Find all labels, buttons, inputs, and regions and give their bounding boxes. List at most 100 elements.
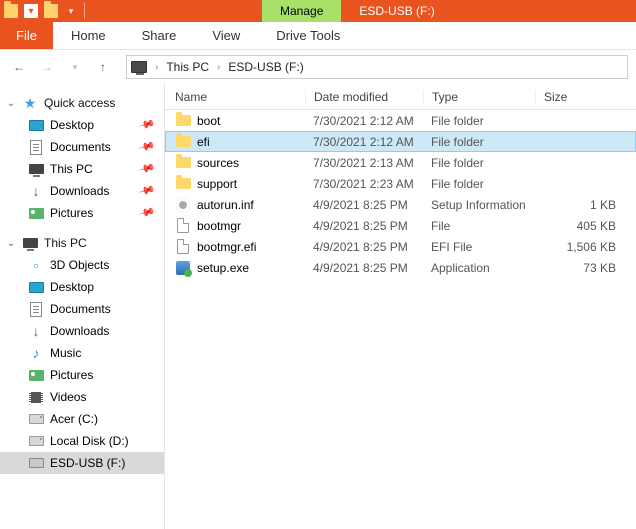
sidebar-item[interactable]: ↓ Downloads (0, 320, 164, 342)
down-icon: ↓ (28, 323, 44, 339)
file-name: setup.exe (197, 261, 249, 275)
sidebar-item-label: Acer (C:) (50, 412, 98, 426)
sidebar-item-label: Downloads (50, 324, 109, 338)
sidebar-item-label: Pictures (50, 368, 93, 382)
menu-drive-tools[interactable]: Drive Tools (258, 22, 358, 49)
file-size: 1 KB (535, 198, 636, 212)
sidebar-item-label: ESD-USB (F:) (50, 456, 125, 470)
pc-icon (22, 235, 38, 251)
sidebar-item[interactable]: Videos (0, 386, 164, 408)
3d-icon: ▫ (28, 257, 44, 273)
file-row[interactable]: boot7/30/2021 2:12 AMFile folder (165, 110, 636, 131)
file-type: File folder (423, 114, 535, 128)
sidebar-item[interactable]: Documents 📌 (0, 136, 164, 158)
column-type[interactable]: Type (423, 90, 535, 104)
drive-icon (28, 411, 44, 427)
pin-icon: 📌 (138, 137, 156, 155)
chevron-down-icon[interactable]: ▾ (64, 4, 78, 18)
menu-bar: File Home Share View Drive Tools (0, 22, 636, 50)
file-icon (175, 218, 191, 234)
file-list: boot7/30/2021 2:12 AMFile folderefi7/30/… (165, 110, 636, 529)
recent-dropdown[interactable]: ▾ (64, 56, 86, 78)
sidebar-item-label: 3D Objects (50, 258, 109, 272)
sidebar-item[interactable]: Desktop 📌 (0, 114, 164, 136)
file-date: 4/9/2021 8:25 PM (305, 219, 423, 233)
file-date: 7/30/2021 2:12 AM (305, 114, 423, 128)
folder-icon (175, 155, 191, 171)
file-name: support (197, 177, 237, 191)
file-row[interactable]: bootmgr4/9/2021 8:25 PMFile405 KB (165, 215, 636, 236)
sidebar-header-quick-access[interactable]: ⌄ ★ Quick access (0, 92, 164, 114)
content-pane: Name Date modified Type Size boot7/30/20… (165, 84, 636, 529)
file-row[interactable]: efi7/30/2021 2:12 AMFile folder (165, 131, 636, 152)
file-date: 7/30/2021 2:13 AM (305, 156, 423, 170)
back-button[interactable]: ← (8, 56, 30, 78)
pin-icon: 📌 (138, 115, 156, 133)
file-row[interactable]: sources7/30/2021 2:13 AMFile folder (165, 152, 636, 173)
sidebar-item[interactable]: ♪Music (0, 342, 164, 364)
sidebar-item[interactable]: Local Disk (D:) (0, 430, 164, 452)
file-date: 4/9/2021 8:25 PM (305, 261, 423, 275)
desktop-icon (28, 117, 44, 133)
save-icon[interactable]: ▾ (24, 4, 38, 18)
menu-file[interactable]: File (0, 22, 53, 49)
sidebar-item[interactable]: This PC 📌 (0, 158, 164, 180)
star-icon: ★ (22, 95, 38, 111)
sidebar-group-quick-access: ⌄ ★ Quick access Desktop📌Documents📌This … (0, 92, 164, 224)
file-row[interactable]: support7/30/2021 2:23 AMFile folder (165, 173, 636, 194)
breadcrumb-current[interactable]: ESD-USB (F:) (228, 60, 303, 74)
sidebar-item[interactable]: ↓Downloads📌 (0, 180, 164, 202)
folder-icon (44, 4, 58, 18)
sidebar-item-label: Music (50, 346, 81, 360)
sidebar-item-label: Downloads (50, 184, 109, 198)
sidebar-item-label: This PC (50, 162, 93, 176)
forward-button[interactable]: → (36, 56, 58, 78)
sidebar-item[interactable]: Pictures 📌 (0, 202, 164, 224)
file-row[interactable]: bootmgr.efi4/9/2021 8:25 PMEFI File1,506… (165, 236, 636, 257)
breadcrumb-root[interactable]: This PC (166, 60, 209, 74)
chevron-down-icon: ⌄ (6, 98, 16, 109)
chevron-down-icon: ⌄ (6, 238, 16, 249)
sidebar-item[interactable]: ▫ 3D Objects (0, 254, 164, 276)
file-type: Setup Information (423, 198, 535, 212)
folder-icon (175, 134, 191, 150)
file-icon (175, 239, 191, 255)
column-name[interactable]: Name (175, 90, 305, 104)
tab-manage[interactable]: Manage (262, 0, 341, 22)
pin-icon: 📌 (138, 159, 156, 177)
menu-view[interactable]: View (194, 22, 258, 49)
doc-icon (28, 139, 44, 155)
file-name: efi (197, 135, 210, 149)
file-type: File folder (423, 135, 535, 149)
exe-icon (175, 260, 191, 276)
sidebar-label: Quick access (44, 96, 115, 110)
sidebar-item-label: Desktop (50, 118, 94, 132)
file-name: autorun.inf (197, 198, 254, 212)
up-button[interactable]: ↑ (92, 56, 114, 78)
pic-icon (28, 205, 44, 221)
sidebar-item[interactable]: Documents (0, 298, 164, 320)
sidebar-item[interactable]: ESD-USB (F:) (0, 452, 164, 474)
column-date[interactable]: Date modified (305, 90, 423, 104)
file-type: File (423, 219, 535, 233)
file-row[interactable]: setup.exe4/9/2021 8:25 PMApplication73 K… (165, 257, 636, 278)
sidebar-item[interactable]: Desktop (0, 276, 164, 298)
pin-icon: 📌 (138, 203, 156, 221)
address-bar[interactable]: › This PC › ESD-USB (F:) (126, 55, 628, 79)
tab-context-drive[interactable]: ESD-USB (F:) (341, 0, 452, 22)
pin-icon: 📌 (138, 181, 156, 199)
sidebar-item-label: Pictures (50, 206, 93, 220)
file-size: 73 KB (535, 261, 636, 275)
file-size: 1,506 KB (535, 240, 636, 254)
menu-share[interactable]: Share (124, 22, 195, 49)
column-size[interactable]: Size (535, 90, 636, 104)
sidebar-item[interactable]: Pictures (0, 364, 164, 386)
pc-icon (131, 61, 147, 73)
pic-icon (28, 367, 44, 383)
sidebar-header-this-pc[interactable]: ⌄ This PC (0, 232, 164, 254)
pc-icon (28, 161, 44, 177)
menu-home[interactable]: Home (53, 22, 124, 49)
sidebar-item-label: Documents (50, 140, 111, 154)
sidebar-item[interactable]: Acer (C:) (0, 408, 164, 430)
file-row[interactable]: autorun.inf4/9/2021 8:25 PMSetup Informa… (165, 194, 636, 215)
